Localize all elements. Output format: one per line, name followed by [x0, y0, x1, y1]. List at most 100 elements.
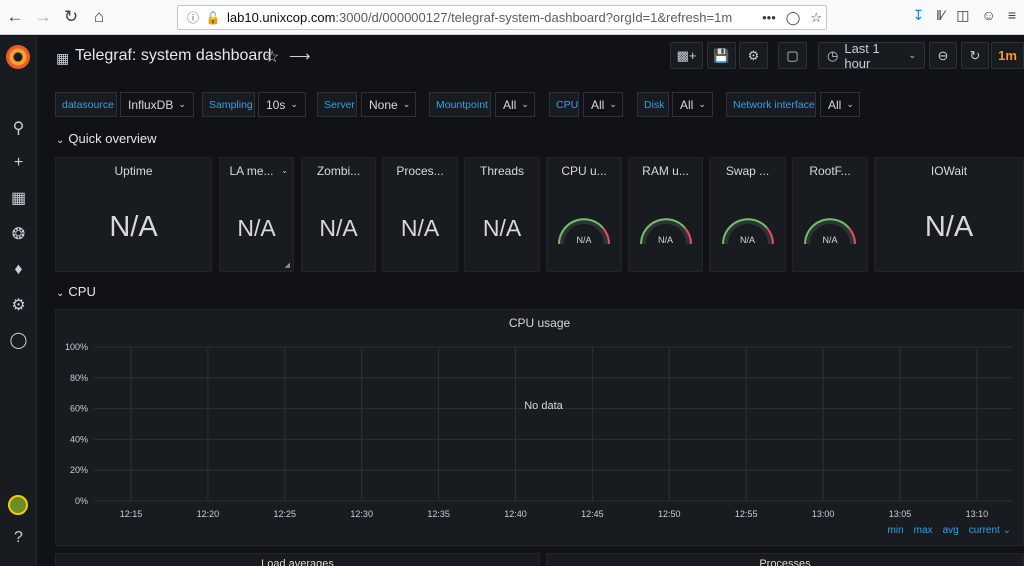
panel-processes-graph[interactable]: Processes: [546, 553, 1024, 566]
panel-processes[interactable]: Proces... N/A: [382, 157, 458, 272]
stat-value: N/A: [400, 215, 440, 241]
chevron-down-icon: ⌄: [609, 99, 617, 109]
legend-min-toggle[interactable]: min: [888, 525, 904, 536]
time-picker-button[interactable]: ◷ Last 1 hour ⌄: [818, 40, 925, 71]
var-mountpoint-label: Mountpoint: [429, 92, 491, 117]
panel-iowait[interactable]: IOWait N/A: [874, 157, 1024, 272]
sidebar-toggle-icon[interactable]: ◫: [956, 7, 969, 24]
panel-title[interactable]: Proces...: [383, 164, 457, 178]
url-text[interactable]: lab10.unixcop.com:3000/d/000000127/teleg…: [227, 10, 732, 25]
panel-load-averages[interactable]: Load averages: [55, 553, 540, 566]
refresh-button[interactable]: ↻: [961, 42, 989, 69]
chevron-down-icon: ⌄: [56, 135, 65, 146]
var-server-select[interactable]: None ⌄: [361, 92, 416, 117]
forward-arrow-icon[interactable]: →: [30, 4, 56, 30]
stat-value: N/A: [109, 211, 158, 243]
info-icon[interactable]: ⓘ: [185, 9, 201, 26]
var-datasource-select[interactable]: InfluxDB ⌄: [120, 92, 194, 117]
y-tick-label: 20%: [70, 465, 88, 475]
var-sampling-select[interactable]: 10s ⌄: [258, 92, 306, 117]
panel-swap-usage-gauge[interactable]: Swap ... N/A: [709, 157, 786, 272]
home-icon[interactable]: ⌂: [86, 4, 112, 30]
x-tick-label: 13:00: [812, 509, 835, 519]
x-tick-label: 12:25: [274, 509, 297, 519]
grafana-logo-icon[interactable]: [6, 45, 30, 69]
refresh-interval-picker[interactable]: 1m: [991, 42, 1024, 69]
menu-icon[interactable]: ≡: [1008, 7, 1016, 24]
gauge-value: N/A: [822, 235, 838, 245]
time-range-label: Last 1 hour: [844, 40, 880, 71]
help-icon[interactable]: ?: [0, 526, 37, 550]
panel-ram-usage-gauge[interactable]: RAM u... N/A: [628, 157, 703, 272]
var-disk-select[interactable]: All ⌄: [672, 92, 713, 117]
x-tick-label: 13:05: [889, 509, 912, 519]
legend-avg-toggle[interactable]: avg: [943, 525, 959, 536]
panel-uptime[interactable]: Uptime N/A: [55, 157, 212, 272]
legend-current-toggle[interactable]: current ⌄: [969, 525, 1011, 536]
refresh-interval-label: 1m: [998, 48, 1017, 63]
panel-title[interactable]: Load averages: [56, 558, 539, 566]
pocket-icon[interactable]: ◯: [786, 10, 801, 26]
panel-title[interactable]: RootF...: [793, 164, 867, 178]
save-button[interactable]: 💾: [707, 42, 736, 69]
monitor-icon: ▢: [786, 47, 799, 63]
shield-icon[interactable]: ◯: [0, 328, 37, 352]
panel-title[interactable]: Processes: [547, 558, 1023, 566]
account-icon[interactable]: ☺: [982, 7, 996, 24]
panel-cpu-usage-gauge[interactable]: CPU u... N/A: [546, 157, 622, 272]
url-bar[interactable]: ⓘ 🔓 lab10.unixcop.com:3000/d/000000127/t…: [177, 5, 827, 30]
page-actions-icon[interactable]: •••: [762, 10, 776, 26]
page-title[interactable]: Telegraf: system dashboard: [75, 47, 272, 65]
var-datasource-label: datasource: [55, 92, 117, 117]
row-quick-overview[interactable]: ⌄ Quick overview: [56, 131, 157, 146]
insecure-lock-icon[interactable]: 🔓: [205, 11, 221, 25]
panel-cpu-usage[interactable]: CPU usage 0% 20% 40% 60% 80% 100% 12:15 12:20 12…: [55, 309, 1024, 546]
zoom-out-button[interactable]: ⊖: [929, 42, 957, 69]
panel-title[interactable]: CPU u...: [547, 164, 621, 178]
save-icon: 💾: [713, 47, 730, 63]
panel-rootfs-usage-gauge[interactable]: RootF... N/A: [792, 157, 868, 272]
compass-icon[interactable]: ❂: [0, 222, 37, 246]
cpu-usage-chart[interactable]: 0% 20% 40% 60% 80% 100% 12:15 12:20 12:25 12:30 12…: [56, 310, 1024, 547]
gear-icon[interactable]: ⚙: [0, 293, 37, 317]
search-icon[interactable]: ⚲: [0, 116, 37, 140]
share-icon[interactable]: ⟶: [289, 47, 311, 65]
panel-load-average[interactable]: LA me... ⌄ N/A ◢: [219, 157, 294, 272]
panel-title[interactable]: Swap ...: [710, 164, 785, 178]
panel-title[interactable]: Uptime: [56, 164, 211, 178]
tv-mode-button[interactable]: ▢: [778, 42, 807, 69]
chevron-down-icon[interactable]: ⌄: [281, 166, 288, 175]
bell-icon[interactable]: ♦: [0, 258, 37, 282]
panel-zombies[interactable]: Zombi... N/A: [301, 157, 376, 272]
download-icon[interactable]: ↧: [912, 7, 924, 24]
plus-icon[interactable]: +: [0, 151, 37, 175]
dashboards-icon[interactable]: ▦: [0, 186, 37, 210]
x-tick-label: 12:55: [735, 509, 758, 519]
x-tick-label: 12:30: [350, 509, 373, 519]
var-network-interface-label: Network interface: [726, 92, 816, 117]
row-cpu[interactable]: ⌄ CPU: [56, 284, 96, 299]
x-tick-label: 13:10: [966, 509, 989, 519]
legend-max-toggle[interactable]: max: [914, 525, 933, 536]
var-mountpoint-select[interactable]: All ⌄: [495, 92, 535, 117]
back-arrow-icon[interactable]: ←: [2, 4, 28, 30]
settings-button[interactable]: ⚙: [739, 42, 768, 69]
panel-title[interactable]: Threads: [465, 164, 539, 178]
dashboard-header: ▦ Telegraf: system dashboard ☆ ⟶ ▩+ 💾 ⚙ …: [37, 36, 1024, 80]
avatar[interactable]: [8, 495, 28, 515]
library-icon[interactable]: ‖⁄: [936, 7, 944, 24]
panel-threads[interactable]: Threads N/A: [464, 157, 540, 272]
stat-value: N/A: [237, 215, 276, 241]
star-icon[interactable]: ☆: [265, 47, 279, 67]
var-cpu-select[interactable]: All ⌄: [583, 92, 623, 117]
resize-handle-icon[interactable]: ◢: [285, 261, 290, 269]
sidebar: ⚲ + ▦ ❂ ♦ ⚙ ◯ ?: [0, 36, 37, 566]
var-server-label: Server: [317, 92, 357, 117]
panel-title[interactable]: Zombi...: [302, 164, 375, 178]
panel-title[interactable]: IOWait: [875, 164, 1023, 178]
add-panel-button[interactable]: ▩+: [670, 42, 703, 69]
var-network-interface-select[interactable]: All ⌄: [820, 92, 860, 117]
reload-icon[interactable]: ↻: [58, 4, 84, 30]
panel-title[interactable]: RAM u...: [629, 164, 702, 178]
bookmark-star-icon[interactable]: ☆: [810, 10, 822, 26]
